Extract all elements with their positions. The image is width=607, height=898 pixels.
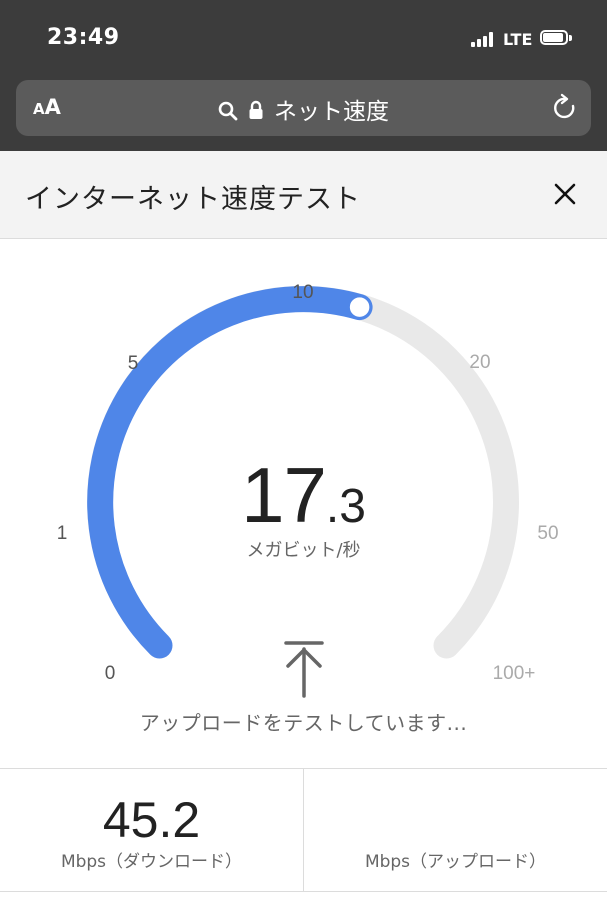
upload-result: Mbps（アップロード） [304,769,607,891]
tick-label-5: 5 [127,353,139,374]
upload-label: Mbps（アップロード） [364,852,547,872]
download-label: Mbps（ダウンロード） [60,852,243,872]
gauge-needle-knob [347,294,372,320]
close-icon[interactable] [551,180,579,208]
status-time: 23:49 [47,25,120,50]
tick-label-20: 20 [469,352,491,373]
tick-label-100: 100+ [492,663,536,684]
url-text: ネット速度 [274,99,389,125]
upload-arrow-icon [284,641,324,698]
cellular-signal-icon [471,32,497,47]
lock-icon [249,100,263,119]
current-speed: 17.3 [0,450,607,541]
test-status: アップロードをテストしています... [139,711,468,735]
address-bar[interactable]: AA ネット速度 [16,80,591,136]
results-panel: 45.2 Mbps（ダウンロード） Mbps（アップロード） [0,768,607,892]
speed-integer: 17 [241,451,327,539]
page-title: インターネット速度テスト [25,184,361,215]
sheet-header: インターネット速度テスト [0,151,607,239]
reload-icon[interactable] [551,93,579,123]
speed-decimal: .3 [325,480,366,533]
network-type: LTE [503,30,533,49]
url-display[interactable]: ネット速度 [16,92,591,126]
browser-chrome: 23:49 LTE AA ネット速度 [0,0,607,151]
speed-unit: メガビット/秒 [246,540,361,561]
tick-label-0: 0 [104,663,116,684]
tick-label-10: 10 [292,282,314,303]
search-icon [218,101,238,120]
battery-icon [540,30,572,47]
download-value: 45.2 [102,792,201,848]
download-result: 45.2 Mbps（ダウンロード） [0,769,303,891]
speed-gauge: 0 1 5 10 20 50 100+ 17.3 メガビット/秒 アップロードを… [0,240,607,770]
